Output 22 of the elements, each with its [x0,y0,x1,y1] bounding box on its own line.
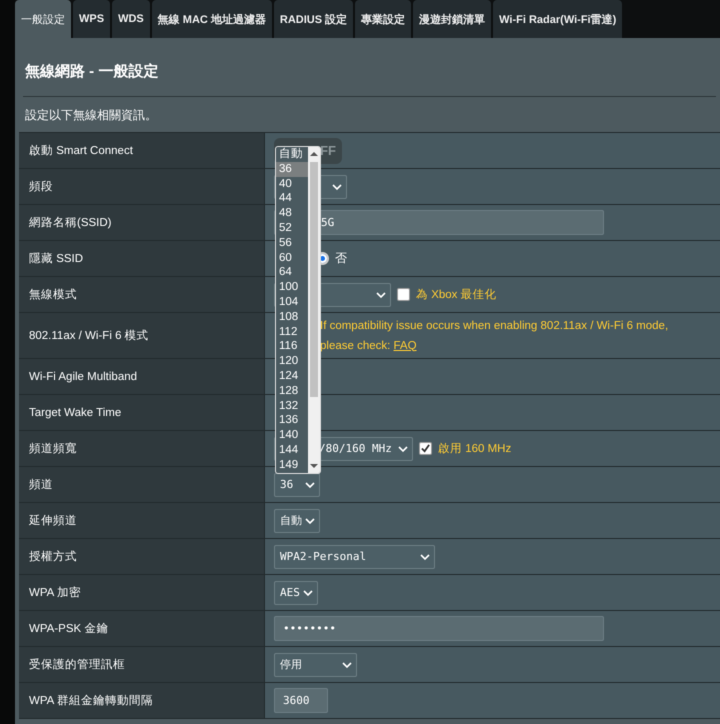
field-label: 隱藏 SSID [29,252,84,266]
checkbox-label: 啟用 160 MHz [438,442,512,456]
description: 設定以下無線相關資訊。 [24,107,158,124]
field-label: 802.11ax / Wi-Fi 6 模式 [29,328,149,343]
field-label: 受保護的管理訊框 [29,657,125,672]
field-label: 頻道頻寬 [29,441,77,456]
field-label: 頻道 [29,478,53,492]
field-label: 啟動 Smart Connect [29,144,133,158]
field-label: 授權方式 [29,549,77,564]
field-label: 延伸頻道 [29,514,77,528]
notice-text: If compatibility issue occurs when enabling 802.11ax / Wi-Fi 6 mode, please check: FAQ [320,318,670,354]
field-label: Wi-Fi Agile Multiband [29,370,138,382]
radio-label: 否 [335,250,347,267]
checkbox-label: 為 Xbox 最佳化 [416,288,497,302]
field-label: Target Wake Time [29,406,122,418]
field-label: WPA-PSK 金鑰 [29,622,108,636]
page-title: 無線網路 - 一般設定 [24,62,160,82]
field-label: 頻段 [29,180,53,194]
field-label: WPA 加密 [29,585,81,600]
field-label: 無線模式 [29,288,77,302]
field-label: 網路名稱(SSID) [29,216,112,230]
field-label: WPA 群組金鑰轉動間隔 [29,694,153,708]
